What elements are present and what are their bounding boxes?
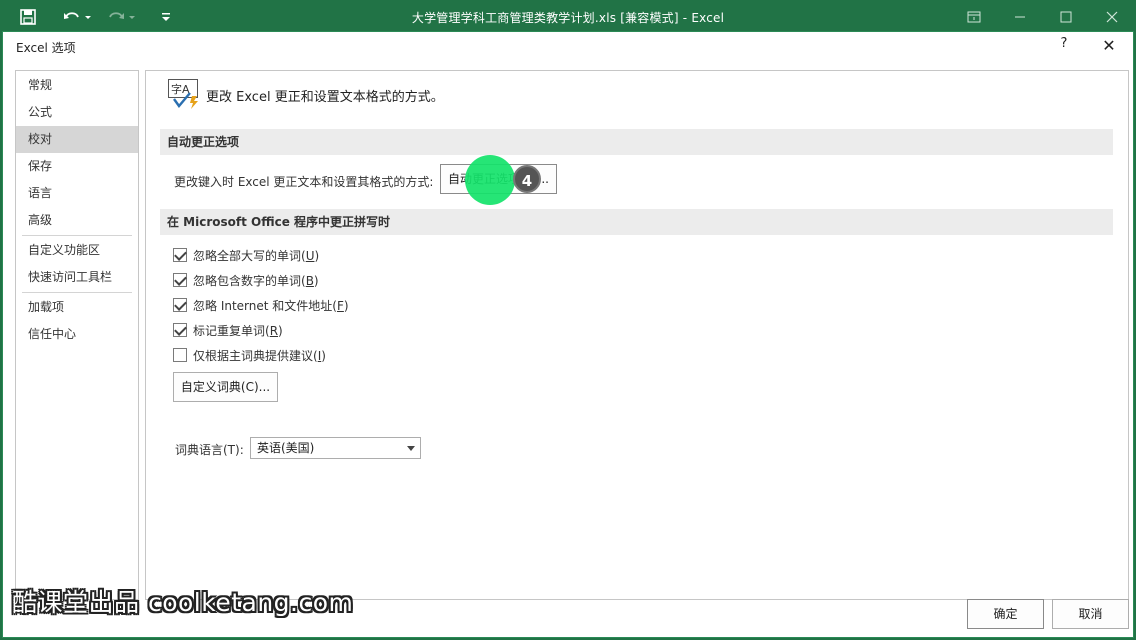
ribbon-display-icon[interactable]: [962, 6, 986, 28]
custom-dictionaries-button[interactable]: 自定义词典(C)...: [173, 372, 278, 402]
step-number-badge: 4: [513, 165, 541, 193]
nav-item-trust-center[interactable]: 信任中心: [16, 321, 138, 348]
proofing-panel: 字A 更改 Excel 更正和设置文本格式的方式。 自动更正选项 更改键入时 E…: [145, 70, 1129, 600]
nav-item-proofing[interactable]: 校对: [16, 126, 138, 153]
nav-item-quick-access-toolbar[interactable]: 快速访问工具栏: [16, 264, 138, 291]
help-button[interactable]: ?: [1055, 36, 1073, 56]
maximize-icon[interactable]: [1054, 6, 1078, 28]
nav-item-save[interactable]: 保存: [16, 153, 138, 180]
nav-item-language[interactable]: 语言: [16, 180, 138, 207]
minimize-icon[interactable]: [1008, 6, 1032, 28]
click-highlight: [465, 155, 515, 205]
dictionary-language-label: 词典语言(T):: [175, 443, 244, 457]
spelling-section-header: 在 Microsoft Office 程序中更正拼写时: [160, 209, 1113, 235]
panel-header: 更改 Excel 更正和设置文本格式的方式。: [206, 90, 444, 105]
ignore-numbers-label[interactable]: 忽略包含数字的单词(B): [193, 272, 319, 289]
ignore-internet-addresses-checkbox[interactable]: [173, 298, 187, 312]
main-dictionary-only-label[interactable]: 仅根据主词典提供建议(I): [193, 347, 326, 364]
nav-item-customize-ribbon[interactable]: 自定义功能区: [16, 237, 138, 264]
window-close-icon[interactable]: [1100, 6, 1124, 28]
autocorrect-description: 更改键入时 Excel 更正文本和设置其格式的方式:: [174, 175, 434, 189]
nav-item-advanced[interactable]: 高级: [16, 207, 138, 234]
excel-title-bar: 大学管理学科工商管理类教学计划.xls [兼容模式] - Excel: [0, 0, 1136, 34]
proofing-icon-text: 字A: [171, 82, 190, 96]
nav-item-add-ins[interactable]: 加载项: [16, 294, 138, 321]
ignore-internet-addresses-label[interactable]: 忽略 Internet 和文件地址(F): [193, 297, 349, 314]
main-dictionary-only-checkbox[interactable]: [173, 348, 187, 362]
nav-item-formulas[interactable]: 公式: [16, 99, 138, 126]
nav-item-general[interactable]: 常规: [16, 72, 138, 99]
ignore-numbers-checkbox[interactable]: [173, 273, 187, 287]
watermark: 酷课堂出品 coolketang.com: [12, 588, 354, 617]
nav-divider: [22, 292, 132, 293]
flag-repeated-words-checkbox[interactable]: [173, 323, 187, 337]
autocorrect-section-header: 自动更正选项: [160, 129, 1113, 155]
flag-repeated-words-label[interactable]: 标记重复单词(R): [193, 322, 283, 339]
options-nav: 常规 公式 校对 保存 语言 高级 自定义功能区 快速访问工具栏 加载项 信任中…: [15, 70, 139, 600]
ignore-uppercase-label[interactable]: 忽略全部大写的单词(U): [193, 247, 319, 264]
dictionary-language-value: 英语(美国): [257, 441, 315, 455]
ok-button[interactable]: 确定: [967, 599, 1044, 629]
dictionary-language-select[interactable]: 英语(美国): [250, 437, 421, 459]
ignore-uppercase-checkbox[interactable]: [173, 248, 187, 262]
dialog-close-button[interactable]: ✕: [1099, 36, 1119, 56]
chevron-down-icon: [407, 446, 415, 451]
cancel-button[interactable]: 取消: [1052, 599, 1129, 629]
proofing-icon: 字A: [168, 79, 200, 109]
excel-options-dialog: Excel 选项 ? ✕ 常规 公式 校对 保存 语言 高级 自定义功能区 快速…: [2, 31, 1134, 638]
dialog-title: Excel 选项: [16, 41, 76, 55]
nav-divider: [22, 235, 132, 236]
